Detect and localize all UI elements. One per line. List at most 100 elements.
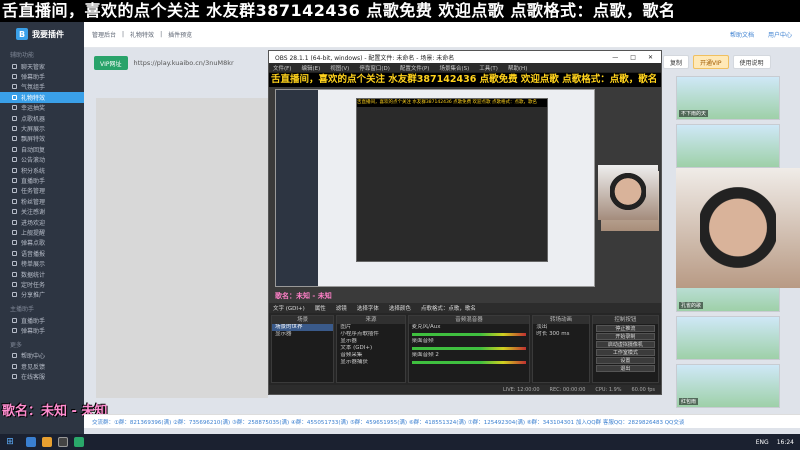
menu-item-icon	[12, 126, 17, 132]
sidebar-item[interactable]: 点歌机器	[0, 113, 84, 123]
sidebar-item[interactable]: 积分系统	[0, 165, 84, 175]
obs-bar-item[interactable]: 属性	[315, 304, 326, 312]
sidebar-item[interactable]: 数据统计	[0, 269, 84, 279]
thumbnail-caption: 孔雀的歌	[679, 302, 704, 309]
control-button[interactable]: 启动虚拟摄像机	[595, 341, 655, 348]
breadcrumb-item[interactable]: 礼物特效	[130, 30, 154, 39]
sidebar-item[interactable]: 任务管理	[0, 186, 84, 196]
effect-thumbnail[interactable]: 不下雨的天	[676, 76, 780, 120]
obs-menu-item[interactable]: 工具(T)	[479, 64, 498, 72]
sidebar-item[interactable]: 气氛组手	[0, 82, 84, 92]
sidebar-item[interactable]: 定时任务	[0, 279, 84, 289]
obs-menu-item[interactable]: 文件(F)	[273, 64, 291, 72]
control-button[interactable]: 开始录制	[595, 333, 655, 340]
sidebar-item[interactable]: 语音播报	[0, 248, 84, 258]
sidebar-item[interactable]: 飘屏特效	[0, 134, 84, 144]
volume-meter[interactable]	[411, 333, 527, 336]
effect-thumbnail[interactable]	[676, 316, 780, 360]
sidebar-item[interactable]: 弹幕点歌	[0, 238, 84, 248]
sidebar-item[interactable]: 关注感谢	[0, 206, 84, 216]
source-item[interactable]: 图片	[337, 324, 404, 331]
obs-bar-item[interactable]: 选择颜色	[389, 304, 411, 312]
sidebar-item[interactable]: 聊天管家	[0, 61, 84, 71]
sidebar-item[interactable]: 幸运抽奖	[0, 103, 84, 113]
sidebar-item[interactable]: 在线客服	[0, 372, 84, 382]
close-icon[interactable]: ✕	[648, 54, 653, 61]
sidebar-item[interactable]: 礼物特效	[0, 92, 84, 103]
source-item[interactable]: 小程序点歌插件	[337, 331, 404, 338]
control-button[interactable]: 退出	[595, 365, 655, 372]
sidebar-item[interactable]: 意见反馈	[0, 361, 84, 371]
effect-thumbnail[interactable]	[676, 124, 780, 168]
sidebar-item[interactable]: 分享推广	[0, 290, 84, 300]
breadcrumb-item[interactable]: 插件预览	[168, 30, 192, 39]
obs-bar-item[interactable]: 文字 (GDI+)	[273, 304, 305, 312]
control-button[interactable]: 设置	[595, 357, 655, 364]
menu-item-icon	[12, 157, 17, 163]
scene-item[interactable]: 场景的世界	[272, 324, 334, 331]
maximize-icon[interactable]: □	[630, 54, 636, 61]
open-vip-button[interactable]: 开通VIP	[693, 55, 729, 69]
sidebar-item[interactable]: 上舰提醒	[0, 227, 84, 237]
obs-bar-item[interactable]: 滤镜	[336, 304, 347, 312]
obs-menu-item[interactable]: 编辑(E)	[301, 64, 320, 72]
app-icon[interactable]	[74, 437, 84, 447]
obs-menu-item[interactable]: 场景集合(S)	[439, 64, 469, 72]
minimize-icon[interactable]: —	[612, 54, 618, 61]
help-button[interactable]: 使用说明	[732, 55, 771, 69]
sidebar-item-label: 积分系统	[21, 167, 46, 175]
sidebar-item[interactable]: 弹幕助手	[0, 325, 84, 335]
source-item[interactable]: 显示器捕获	[337, 359, 404, 366]
sidebar-item[interactable]: 公告滚动	[0, 155, 84, 165]
sidebar-item[interactable]: 榜单展示	[0, 258, 84, 268]
control-button[interactable]: 停止推流	[595, 325, 655, 332]
sidebar-item[interactable]: 弹幕助手	[0, 71, 84, 81]
sidebar-item-label: 上舰提醒	[21, 229, 46, 237]
source-item[interactable]: 显示器	[337, 338, 404, 345]
obs-bar-item[interactable]: 选择字体	[357, 304, 379, 312]
app-logo[interactable]: B 我要插件	[0, 22, 84, 46]
vip-url-button[interactable]: VIP网址	[94, 56, 128, 70]
obs-menu-item[interactable]: 停靠窗口(D)	[359, 64, 390, 72]
volume-meter[interactable]	[411, 361, 527, 364]
scene-item[interactable]: 显示器	[272, 331, 333, 338]
toolbar-right: 复制 开通VIP 使用说明	[663, 55, 771, 69]
obs-status-bar: LIVE: 12:00:00 REC: 00:00:00 CPU: 1.9% 60.0…	[269, 385, 661, 394]
source-item[interactable]: 音频采集	[337, 352, 404, 359]
sidebar-item-label: 直播助手	[21, 317, 46, 325]
clock[interactable]: 16:24	[777, 439, 794, 446]
obs-menu-item[interactable]: 帮助(H)	[508, 64, 527, 72]
sidebar-item[interactable]: 进场欢迎	[0, 217, 84, 227]
help-docs-link[interactable]: 帮助文档	[730, 30, 754, 39]
menu-item-icon	[12, 229, 17, 235]
breadcrumb-item[interactable]: 管理后台	[92, 30, 116, 39]
folder-icon[interactable]	[42, 437, 52, 447]
effect-thumbnail[interactable]: 红包雨	[676, 364, 780, 408]
source-item[interactable]: 文本 (GDI+)	[337, 345, 404, 352]
control-button[interactable]: 工作室模式	[595, 349, 655, 356]
windows-start-icon[interactable]: ⊞	[0, 434, 20, 450]
transition-duration[interactable]: 时长 300 ms	[533, 331, 588, 338]
obs-menu-item[interactable]: 配置文件(P)	[400, 64, 430, 72]
menu-item-icon	[12, 374, 17, 380]
url-text[interactable]: https://play.kuaibo.cn/3nuM8kr	[134, 59, 234, 67]
obs-bar-item[interactable]: 点歌格式：点歌，歌名	[421, 304, 476, 312]
obs-icon[interactable]	[58, 437, 68, 447]
sidebar-item[interactable]: 粉丝管理	[0, 196, 84, 206]
sidebar-item[interactable]: 直播助手	[0, 315, 84, 325]
taskbar: ⊞ ENG 16:24	[0, 434, 800, 450]
volume-meter[interactable]	[411, 347, 527, 350]
browser-icon[interactable]	[26, 437, 36, 447]
breadcrumb-sep: |	[160, 31, 163, 38]
copy-button[interactable]: 复制	[663, 55, 690, 69]
transition-select[interactable]: 淡出	[533, 324, 588, 331]
language-indicator[interactable]: ENG	[756, 439, 769, 446]
sidebar-item[interactable]: 帮助中心	[0, 351, 84, 361]
sidebar-item[interactable]: 直播助手	[0, 175, 84, 185]
obs-menu-item[interactable]: 视图(V)	[330, 64, 349, 72]
user-center-link[interactable]: 用户中心	[768, 30, 792, 39]
sidebar-item[interactable]: 自动回复	[0, 144, 84, 154]
dock-title: 场景	[272, 316, 334, 324]
sidebar-item[interactable]: 大屏展示	[0, 123, 84, 133]
group-info-strip[interactable]: 交流群：①群：821369396(满) ②群：735696210(满) ③群：2…	[84, 414, 800, 428]
